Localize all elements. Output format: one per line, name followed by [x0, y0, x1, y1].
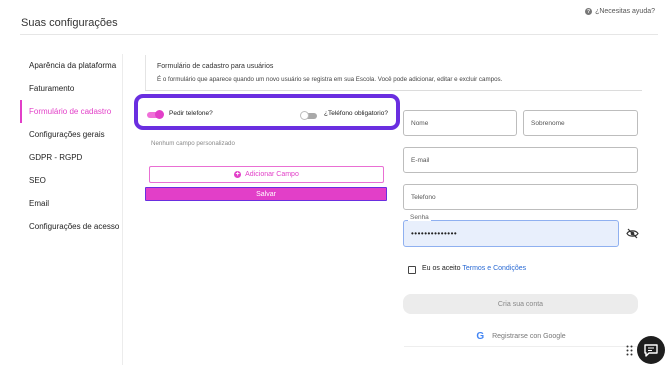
- google-signup-button[interactable]: G Registrarse con Google: [404, 327, 638, 347]
- sidebar-item-appearance[interactable]: Aparência da plataforma: [20, 54, 122, 77]
- ask-phone-toggle[interactable]: [147, 110, 164, 119]
- sidebar-item-general-settings[interactable]: Configurações gerais: [20, 123, 122, 146]
- question-icon: ?: [585, 8, 593, 15]
- phone-required-toggle[interactable]: [300, 111, 317, 120]
- ask-phone-label: Pedir telefone?: [169, 110, 213, 117]
- surname-input[interactable]: Sobrenome: [523, 110, 638, 136]
- sidebar-item-gdpr[interactable]: GDPR - RGPD: [20, 146, 122, 169]
- add-field-button[interactable]: + Adicionar Campo: [149, 166, 384, 183]
- help-link[interactable]: ? ¿Necesitas ayuda?: [585, 8, 655, 15]
- sidebar-item-registration-form[interactable]: Formulário de cadastro: [20, 100, 122, 123]
- phone-input[interactable]: Telefono: [403, 184, 638, 210]
- help-label: ¿Necesitas ayuda?: [595, 8, 655, 15]
- sidebar-item-email[interactable]: Email: [20, 192, 122, 215]
- toggle-knob: [300, 111, 309, 120]
- plus-circle-icon: +: [234, 171, 242, 178]
- grid-dots-icon[interactable]: [626, 345, 633, 356]
- eye-off-icon[interactable]: [626, 228, 639, 239]
- chat-button[interactable]: [637, 336, 665, 364]
- form-title: Formulário de cadastro para usuários: [157, 63, 274, 70]
- settings-sidebar: Aparência da plataforma Faturamento Form…: [20, 54, 123, 365]
- page-title: Suas configurações: [21, 17, 118, 29]
- create-account-button[interactable]: Cria sua conta: [403, 294, 638, 314]
- form-description: É o formulário que aparece quando um nov…: [157, 76, 503, 83]
- description-divider: [145, 90, 642, 91]
- name-input[interactable]: Nome: [403, 110, 517, 136]
- add-field-label: Adicionar Campo: [245, 171, 299, 178]
- header-divider: [20, 34, 658, 35]
- empty-fields-note: Nenhum campo personalizado: [151, 140, 235, 147]
- phone-required-label: ¿Teléfono obligatorio?: [324, 110, 388, 117]
- email-input[interactable]: E-mail: [403, 147, 638, 173]
- password-input[interactable]: ••••••••••••••: [403, 220, 619, 247]
- sidebar-item-billing[interactable]: Faturamento: [20, 77, 122, 100]
- toggle-knob: [155, 110, 164, 119]
- terms-prefix: Eu os aceito: [422, 265, 461, 272]
- chat-bubble-icon: [644, 343, 658, 357]
- terms-checkbox[interactable]: [408, 266, 416, 274]
- section-divider: [145, 55, 146, 91]
- save-button[interactable]: Salvar: [145, 187, 387, 201]
- terms-link[interactable]: Termos e Condições: [462, 265, 526, 272]
- google-icon: G: [476, 331, 485, 342]
- sidebar-item-seo[interactable]: SEO: [20, 169, 122, 192]
- google-signup-label: Registrarse con Google: [492, 333, 566, 340]
- password-label: Senha: [408, 214, 431, 221]
- sidebar-item-access-settings[interactable]: Configurações de acesso: [20, 215, 122, 238]
- terms-text: Eu os aceito Termos e Condições: [422, 265, 526, 272]
